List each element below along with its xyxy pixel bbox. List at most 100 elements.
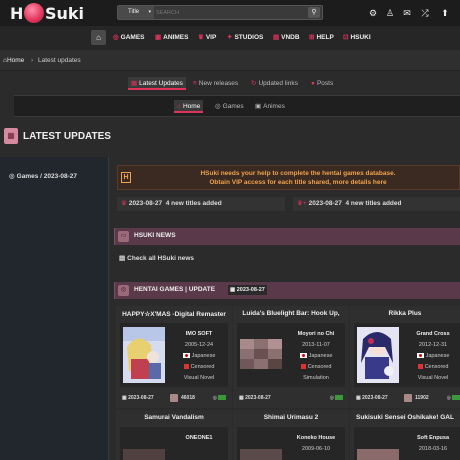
game-cover[interactable] [357,327,399,383]
search-input[interactable] [156,6,306,19]
tab-updated-links[interactable]: ↻ Updated links [248,77,301,90]
game-developer[interactable]: IMO SOFT [172,329,226,340]
game-card[interactable]: Luida's Bluelight Bar: Hook Up, Moyori n… [233,306,349,408]
nav-help-label: HELP [316,34,334,41]
breadcrumb-home[interactable]: ⌂Home [3,57,24,64]
game-views: 11902 [404,393,429,403]
gamepad-icon: ◎ [215,103,221,110]
game-title[interactable]: Luida's Bluelight Bar: Hook Up, [233,310,349,317]
game-card[interactable]: Rikka Plus Grand Cross 2012-12-31 Japane… [350,306,460,408]
tab-label: Posts [316,80,334,87]
game-developer[interactable]: Moyori no Chi [289,329,343,340]
hsuki-icon: H [121,172,131,183]
vip-plus-icon: ♛+ [297,200,307,207]
home-icon[interactable]: ⌂ [91,30,106,45]
game-developer[interactable]: Koneko House [289,433,343,444]
games-section-date-label: 2023-08-27 [236,287,265,293]
news-section-title: HSUKI NEWS [134,232,176,239]
newspaper-icon: ▤ [119,255,126,262]
game-views: 46018 [170,393,195,403]
gear-icon[interactable]: ⚙ [367,6,379,20]
tab-label: Animes [263,103,285,110]
tab-animes[interactable]: ▣ Animes [252,100,288,113]
nav-help[interactable]: ⊞ HELP [309,33,334,41]
nav-games[interactable]: ◎ GAMES [113,33,145,41]
home-icon: ⌂ [177,103,181,110]
game-updated-label: 2023-08-27 [245,395,271,401]
hsuki-icon: ⊡ [343,34,349,41]
secondary-tabs: ⌂ Home ◎ Games ▣ Animes [14,95,460,117]
game-card[interactable]: Sukisuki Sensei Oshikake! GAL Soft Enpus… [350,410,460,460]
game-title[interactable]: Sukisuki Sensei Oshikake! GAL [350,414,460,421]
game-developer[interactable]: ONEONE1 [172,433,226,444]
tab-games[interactable]: ◎ Games [212,100,247,113]
game-card[interactable]: HAPPY☆X'MAS -Digital Remaster IMO SOFT 2… [116,306,232,408]
vip-update-bar[interactable]: ♛ 2023-08-27 4 new titles added [117,197,285,211]
game-cover[interactable] [240,431,282,460]
game-platform: ◎ [330,395,343,401]
news-link[interactable]: ▤ Check all HSuki news [119,254,194,262]
sidebar-item-games-date[interactable]: ◎ Games / 2023-08-27 [9,172,77,180]
game-info: ONEONE1 [172,433,226,444]
page-title: LATEST UPDATES [23,131,111,142]
game-cover[interactable] [240,327,282,383]
avatar [404,394,412,402]
search-button[interactable]: ⚲ [308,7,320,18]
games-section-title: HENTAI GAMES | UPDATE [134,286,216,293]
game-title[interactable]: HAPPY☆X'MAS -Digital Remaster [116,310,232,318]
game-card[interactable]: Samurai Vandalism ONEONE1 [116,410,232,460]
game-developer[interactable]: Grand Cross [406,329,460,340]
nav-studios[interactable]: ✦ STUDIOS [227,33,263,41]
site-logo[interactable]: H Suki [10,3,84,23]
game-title[interactable]: Samurai Vandalism [116,414,232,421]
nav-vndb[interactable]: ▤ VNDB [273,33,300,41]
top-actions: ⚙ ♙ ✉ ⤮ ⬆ [361,6,457,20]
search-type-select[interactable]: Title ▾ [118,6,154,19]
gamepad-icon: ◎ [329,395,334,401]
arrow-up-icon[interactable]: ⬆ [439,6,451,20]
users-icon: ✦ [227,34,233,41]
mail-icon[interactable]: ✉ [401,6,413,20]
link-badge [218,395,226,401]
shuffle-icon[interactable]: ⤮ [419,6,431,20]
game-developer[interactable]: Soft Enpusa [406,433,460,444]
top-bar: H Suki Title ▾ ⚲ ⚙ ♙ ✉ ⤮ ⬆ [0,0,460,26]
nav-hsuki[interactable]: ⊡ HSUKI [343,33,371,41]
game-card[interactable]: Shimai Urimasu 2 Koneko House 2009-06-10 [233,410,349,460]
notice-line-1: HSuki needs your help to complete the he… [200,170,396,177]
tab-label: Updated links [258,80,298,87]
tab-posts[interactable]: ● Posts [308,77,336,90]
tab-home[interactable]: ⌂ Home [174,100,204,113]
user-icon[interactable]: ♙ [384,6,396,20]
game-title[interactable]: Shimai Urimasu 2 [233,414,349,421]
chevron-down-icon: ▾ [148,9,151,15]
nav-games-label: GAMES [120,34,145,41]
vip-update-bar[interactable]: ♛+ 2023-08-27 4 new titles added [293,197,460,211]
game-card-body: Koneko House 2009-06-10 [237,427,345,460]
game-release-date: 2012-12-31 [418,342,448,348]
breadcrumb: ⌂Home › Latest updates [0,50,460,71]
logo-suki: Suki [45,4,85,23]
game-card-body: Soft Enpusa 2018-03-16 [354,427,460,460]
game-info: Moyori no Chi 2013-11-07 Japanese Censor… [289,329,343,384]
game-censorship-label: Censored [307,364,332,370]
game-cover[interactable] [123,327,165,383]
vip-notice[interactable]: H HSuki needs your help to complete the … [117,165,460,190]
censored-icon [183,364,189,370]
nav-animes[interactable]: ▣ ANIMES [155,33,188,41]
game-cover[interactable] [357,431,399,460]
game-updated-label: 2023-08-27 [362,395,388,401]
tab-latest-updates[interactable]: ▦ Latest Updates [128,77,186,90]
game-info: IMO SOFT 2005-12-24 Japanese Censored Vi… [172,329,226,384]
game-cover[interactable] [123,431,165,460]
vip-icon: ♛ [198,34,204,41]
link-badge [452,395,460,401]
search-type-value: Title [128,9,140,15]
nav-vip[interactable]: ♛ VIP [198,33,216,41]
game-title[interactable]: Rikka Plus [350,310,460,317]
tab-new-releases[interactable]: ≡ New releases [190,77,241,90]
game-genre: Visual Novel [183,375,215,381]
game-card-body: IMO SOFT 2005-12-24 Japanese Censored Vi… [120,323,228,387]
game-release-date: 2018-03-16 [418,446,448,452]
breadcrumb-current: Latest updates [38,57,81,64]
